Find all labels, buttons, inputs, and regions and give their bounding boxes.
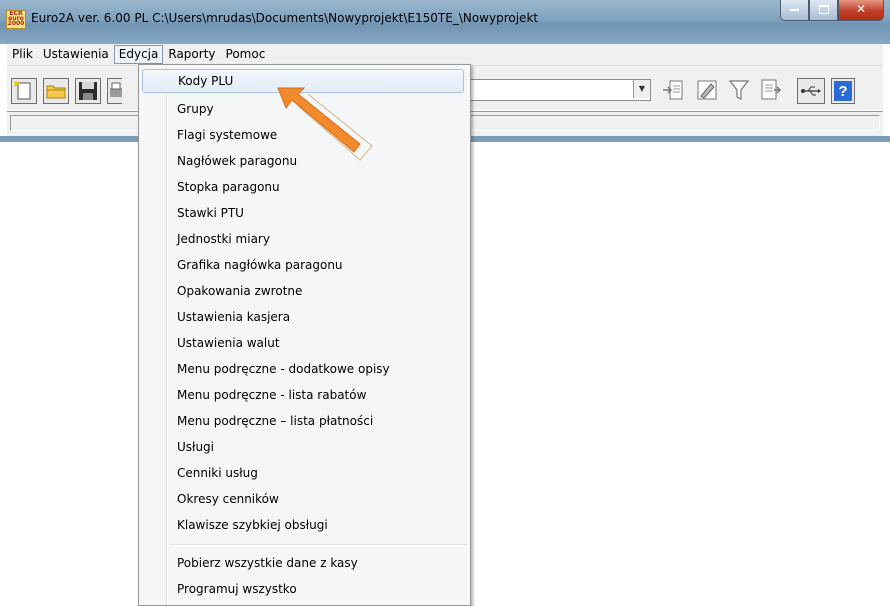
menu-item-klawisze-szybkiej-obslugi[interactable]: Klawisze szybkiej obsługi bbox=[142, 513, 464, 537]
save-button[interactable] bbox=[75, 78, 101, 104]
help-icon: ? bbox=[834, 81, 852, 101]
new-file-icon bbox=[14, 81, 31, 100]
app-logo-icon[interactable]: ECR euro 2000 bbox=[6, 10, 26, 29]
new-file-button[interactable] bbox=[11, 78, 37, 104]
edit-tool-icon bbox=[697, 80, 717, 100]
close-button[interactable]: ✕ bbox=[838, 0, 884, 21]
maximize-icon bbox=[818, 5, 829, 14]
device-combo[interactable]: ▼ bbox=[465, 79, 651, 101]
print-icon bbox=[110, 82, 122, 97]
save-icon bbox=[79, 82, 97, 100]
menu-item-okresy-cennikow[interactable]: Okresy cenników bbox=[142, 487, 464, 511]
svg-text:?: ? bbox=[838, 83, 847, 100]
orange-arrow-annotation bbox=[277, 87, 373, 161]
menu-pomoc[interactable]: Pomoc bbox=[221, 45, 271, 64]
edit-tool-button[interactable] bbox=[695, 78, 719, 102]
open-folder-button[interactable] bbox=[43, 78, 69, 104]
menu-ustawienia[interactable]: Ustawienia bbox=[38, 45, 114, 64]
minimize-button[interactable] bbox=[780, 0, 809, 21]
menu-item-stawki-ptu[interactable]: Stawki PTU bbox=[142, 201, 464, 225]
filter-icon bbox=[728, 80, 750, 100]
minimize-icon bbox=[790, 8, 799, 11]
report-button[interactable] bbox=[759, 78, 783, 102]
menu-item-pobierz-dane[interactable]: Pobierz wszystkie dane z kasy bbox=[142, 551, 464, 575]
menu-raporty[interactable]: Raporty bbox=[163, 45, 220, 64]
help-button[interactable]: ? bbox=[831, 78, 855, 104]
menu-item-ustawienia-kasjera[interactable]: Ustawienia kasjera bbox=[142, 305, 464, 329]
usb-icon bbox=[801, 86, 821, 96]
maximize-button[interactable] bbox=[809, 0, 838, 21]
menu-item-ustawienia-walut[interactable]: Ustawienia walut bbox=[142, 331, 464, 355]
menu-item-jednostki-miary[interactable]: Jednostki miary bbox=[142, 227, 464, 251]
menu-item-dodatkowe-opisy[interactable]: Menu podręczne - dodatkowe opisy bbox=[142, 357, 464, 381]
menu-item-uslugi[interactable]: Usługi bbox=[142, 435, 464, 459]
menu-item-stopka-paragonu[interactable]: Stopka paragonu bbox=[142, 175, 464, 199]
combo-arrow-icon[interactable]: ▼ bbox=[633, 80, 650, 98]
menu-item-programuj-wszystko[interactable]: Programuj wszystko bbox=[142, 577, 464, 601]
menu-item-lista-platnosci[interactable]: Menu podręczne – lista płatności bbox=[142, 409, 464, 433]
menu-item-cenniki-uslug[interactable]: Cenniki usług bbox=[142, 461, 464, 485]
title-bar[interactable]: ECR euro 2000 Euro2A ver. 6.00 PL C:\Use… bbox=[0, 0, 890, 44]
report-icon bbox=[761, 79, 782, 100]
window-title: Euro2A ver. 6.00 PL C:\Users\mrudas\Docu… bbox=[31, 11, 539, 25]
menu-item-lista-rabatow[interactable]: Menu podręczne - lista rabatów bbox=[142, 383, 464, 407]
menu-plik[interactable]: Plik bbox=[7, 45, 38, 64]
open-folder-icon bbox=[46, 85, 66, 99]
import-icon bbox=[663, 80, 683, 100]
menu-item-opakowania-zwrotne[interactable]: Opakowania zwrotne bbox=[142, 279, 464, 303]
menu-edycja[interactable]: Edycja bbox=[113, 45, 164, 64]
menu-separator bbox=[169, 544, 467, 546]
window-controls: ✕ bbox=[780, 0, 884, 21]
menu-item-grafika-naglowka[interactable]: Grafika nagłówka paragonu bbox=[142, 253, 464, 277]
import-button[interactable] bbox=[661, 78, 685, 102]
menu-bar: Plik Ustawienia Edycja Raporty Pomoc bbox=[7, 44, 883, 66]
close-icon: ✕ bbox=[855, 2, 867, 16]
usb-button[interactable] bbox=[797, 78, 825, 104]
print-button[interactable] bbox=[107, 78, 122, 104]
filter-button[interactable] bbox=[727, 78, 751, 102]
